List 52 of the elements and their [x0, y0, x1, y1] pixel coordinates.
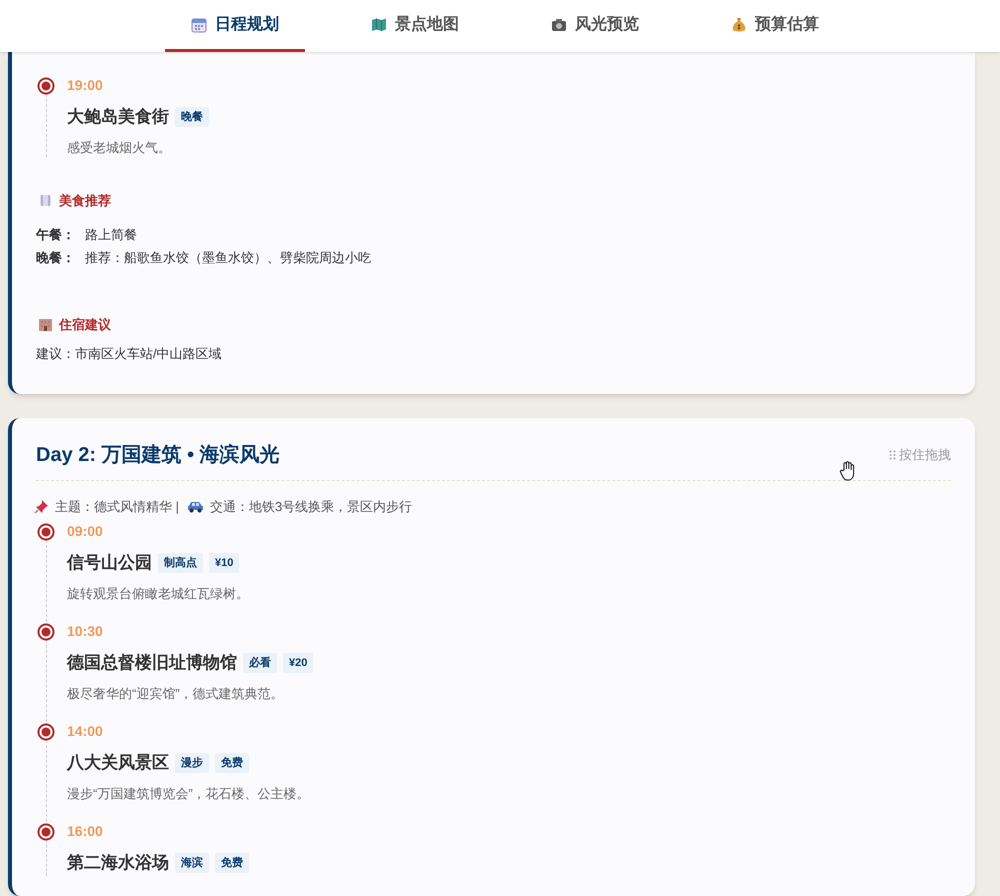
time-label: 19:00: [67, 76, 104, 94]
timeline-dot-icon: [37, 723, 55, 741]
place-description: 感受老城烟火气。: [67, 138, 172, 156]
tag: 晚餐: [175, 106, 209, 127]
place-description: 漫步“万国建筑博览会”，花石楼、公主楼。: [67, 784, 311, 802]
place-name: 德国总督楼旧址博物馆: [67, 652, 237, 674]
time-label: 16:00: [67, 822, 104, 840]
meal-value: 路上简餐: [85, 226, 137, 244]
tag: 制高点: [158, 552, 203, 573]
time-label: 10:30: [67, 622, 104, 640]
hotel-icon: [38, 316, 53, 332]
timeline-dot-icon: [37, 523, 55, 541]
tag: 海滨: [175, 852, 209, 873]
pushpin-icon: [34, 498, 49, 514]
drag-handle-icon[interactable]: [889, 450, 896, 460]
meta-text: 主题：德式风情精华 |: [55, 498, 179, 516]
place-name: 信号山公园: [67, 552, 152, 574]
tag: 免费: [215, 752, 249, 773]
nav-tab[interactable]: 景点地图: [345, 0, 485, 52]
place-description: 旋转观景台俯瞰老城红瓦绿树。: [67, 584, 250, 602]
meal-value: 推荐：船歌鱼水饺（墨鱼水饺）、劈柴院周边小吃: [85, 248, 371, 266]
lodging-text: 建议：市南区火车站/中山路区域: [36, 345, 223, 363]
meta-text: 交通：地铁3号线换乘，景区内步行: [210, 498, 412, 516]
place-name: 第二海水浴场: [67, 852, 169, 874]
timeline-dot-icon: [37, 77, 55, 95]
day-title: Day 2: 万国建筑 • 海滨风光: [36, 442, 280, 468]
section-heading: 美食推荐: [59, 192, 111, 210]
meal-label: 午餐：: [36, 226, 75, 244]
tag: 漫步: [175, 752, 209, 773]
place-name: 大鲍岛美食街: [67, 106, 169, 128]
calendar-icon: [191, 16, 207, 32]
tag: ¥20: [283, 652, 314, 673]
map-icon: [371, 16, 387, 32]
place-description: 极尽奢华的“迎宾馆”，德式建筑典范。: [67, 684, 285, 702]
tag: 免费: [215, 852, 249, 873]
tag: 必看: [243, 652, 277, 673]
section-heading: 住宿建议: [59, 316, 111, 334]
meal-label: 晚餐：: [36, 248, 75, 266]
drag-hint: 按住拖拽: [899, 446, 951, 464]
car-icon: [187, 500, 204, 513]
timeline-dot-icon: [37, 623, 55, 641]
nav-tab[interactable]: 预算估算: [705, 0, 845, 52]
time-label: 09:00: [67, 522, 104, 540]
hand-cursor-icon: [839, 460, 857, 481]
money-bag-icon: [731, 16, 747, 32]
camera-icon: [551, 18, 567, 32]
time-label: 14:00: [67, 722, 104, 740]
place-name: 八大关风景区: [67, 752, 169, 774]
nav-tab[interactable]: 风光预览: [525, 0, 665, 52]
timeline-dot-icon: [37, 823, 55, 841]
tag: ¥10: [209, 552, 240, 573]
plate-icon: [38, 193, 53, 208]
